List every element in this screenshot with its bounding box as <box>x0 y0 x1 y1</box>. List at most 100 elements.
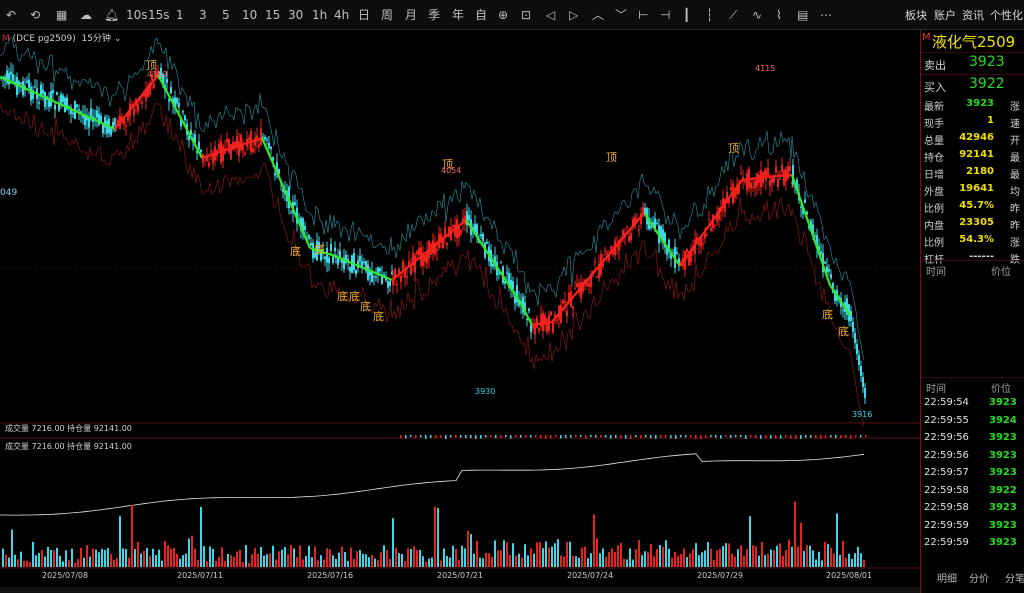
volume-bar <box>188 538 190 567</box>
volume-bar <box>566 541 568 567</box>
period-4h[interactable]: 4h <box>334 7 349 23</box>
period-label[interactable]: 15分钟 <box>82 34 111 44</box>
menu-sector[interactable]: 板块 <box>905 7 927 23</box>
volume-bar <box>191 535 193 567</box>
grid-icon[interactable]: ▦ <box>56 7 67 23</box>
tab-price[interactable]: 分价 <box>969 570 989 585</box>
volume-bar <box>407 548 409 567</box>
volume-bar <box>299 545 301 567</box>
arrow-up-icon[interactable]: ︿ <box>592 7 604 23</box>
zoom-icon[interactable]: ⊡ <box>521 7 531 23</box>
volume-bar <box>572 555 574 567</box>
candle-body <box>240 134 242 150</box>
volume-mini-bar <box>545 435 547 439</box>
period-3[interactable]: 3 <box>199 7 207 23</box>
period-15[interactable]: 15 <box>265 7 280 23</box>
more-icon[interactable]: ⋯ <box>820 7 832 23</box>
period-1h[interactable]: 1h <box>312 7 327 23</box>
volume-bar <box>272 545 274 567</box>
volume-bar <box>119 516 121 567</box>
zigzag-segment <box>679 179 743 267</box>
candle-body <box>594 261 596 263</box>
volume-mini-bar <box>530 435 532 438</box>
volume-mini-bar <box>590 435 592 438</box>
arrow-down-icon[interactable]: ﹀ <box>615 7 627 23</box>
top-marker-4: 顶 <box>728 142 739 155</box>
undo-arrow-icon[interactable]: ↶ <box>6 7 16 23</box>
volume-bar <box>374 558 376 567</box>
volume-bar <box>662 546 664 567</box>
cloud-icon[interactable]: ☁ <box>80 7 92 23</box>
draw-icon[interactable]: ⌇ <box>776 7 782 23</box>
candle-icon[interactable]: ┃ <box>683 7 690 23</box>
sell-value[interactable]: 3923 <box>969 54 1005 70</box>
period-year[interactable]: 年 <box>452 7 464 23</box>
menu-personalize[interactable]: 个性化 <box>990 7 1023 23</box>
volume-bar <box>581 547 583 567</box>
period-5[interactable]: 5 <box>222 7 230 23</box>
candle-body <box>349 267 351 272</box>
cursor-icon[interactable]: ⊢ <box>638 7 648 23</box>
volume-bar <box>320 555 322 567</box>
stat-row: 日增 2180 最 <box>921 164 1024 181</box>
volume-mini-bar <box>745 435 747 439</box>
arrow-right-icon[interactable]: ▷ <box>569 7 578 23</box>
sync-icon[interactable]: ⟲ <box>30 7 40 23</box>
volume-mini-bar <box>840 435 842 439</box>
volume-bar <box>779 543 781 567</box>
volume-bar <box>38 553 40 567</box>
bar-icon[interactable]: ┆ <box>706 7 713 23</box>
volume-mini-bar <box>835 435 837 439</box>
contract-name[interactable]: 液化气2509 <box>932 31 1015 52</box>
volume-bar <box>713 559 715 567</box>
period-day[interactable]: 日 <box>358 7 370 23</box>
candle-body <box>44 91 46 107</box>
candle-body <box>550 311 552 316</box>
period-10[interactable]: 10 <box>242 7 257 23</box>
period-week[interactable]: 周 <box>381 7 393 23</box>
period-30[interactable]: 30 <box>288 7 303 23</box>
candle-body <box>359 256 361 262</box>
volume-mini-bar <box>735 435 737 438</box>
calculator-icon[interactable]: ▤ <box>797 7 808 23</box>
volume-bar <box>578 557 580 567</box>
kline-chart[interactable]: M (DCE pg2509) 15分钟 ⌄ 成交量 7216.00 持仓量 92… <box>0 30 920 590</box>
arrow-left-icon[interactable]: ◁ <box>546 7 555 23</box>
candle-body <box>630 232 632 241</box>
period-10s[interactable]: 10s <box>126 7 148 23</box>
period-15s[interactable]: 15s <box>148 7 170 23</box>
candle-body <box>530 324 532 332</box>
line-icon[interactable]: ⟋ <box>729 7 737 23</box>
tab-detail[interactable]: 明细 <box>937 570 957 585</box>
bell-icon[interactable]: 🔔︎ <box>104 7 119 23</box>
top-marker-3: 顶 <box>606 151 617 164</box>
candle-body <box>769 180 771 187</box>
volume-bar <box>563 556 565 567</box>
volume-bar <box>260 547 262 567</box>
volume-mini-bar <box>690 435 692 438</box>
volume-bar <box>695 543 697 567</box>
volume-mini-bar <box>740 435 742 438</box>
menu-account[interactable]: 账户 <box>934 7 956 23</box>
candle-body <box>676 252 678 254</box>
candle-body <box>512 281 514 290</box>
candle-body <box>8 73 10 85</box>
period-month[interactable]: 月 <box>405 7 417 23</box>
period-1[interactable]: 1 <box>176 7 184 23</box>
volume-bar <box>725 543 727 567</box>
wave-icon[interactable]: ∿ <box>752 7 762 23</box>
period-custom[interactable]: 自 <box>475 7 487 23</box>
period-quarter[interactable]: 季 <box>428 7 440 23</box>
volume-bar <box>632 559 634 567</box>
volume-bar <box>533 553 535 567</box>
menu-news[interactable]: 资讯 <box>962 7 984 23</box>
buy-value[interactable]: 3922 <box>969 76 1005 92</box>
volume-bar <box>47 547 49 567</box>
volume-bar <box>359 550 361 567</box>
candle-body <box>546 318 548 333</box>
volume-bar <box>353 558 355 567</box>
ruler-icon[interactable]: ⊣ <box>660 7 670 23</box>
tab-tick[interactable]: 分笔 <box>1005 570 1024 585</box>
indicator-icon[interactable]: ⊕ <box>498 7 508 23</box>
volume-bar <box>602 548 604 567</box>
